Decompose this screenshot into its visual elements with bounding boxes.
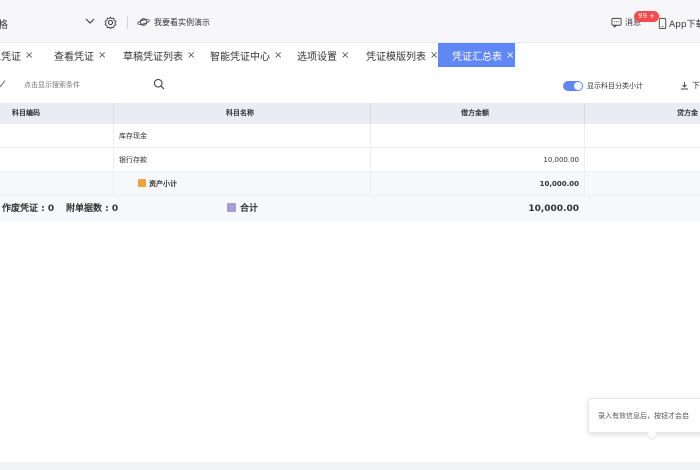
toolbar: 显示科目分类小计 下 <box>0 67 700 103</box>
column-divider <box>584 148 585 172</box>
close-icon[interactable]: × <box>98 50 106 61</box>
column-divider <box>584 124 585 148</box>
column-divider <box>113 148 114 172</box>
voucher-summary-table: 科目编码 科目名称 借方金额 贷方金 库存现金 银行存款 10,000.00 资… <box>0 103 700 222</box>
download-button[interactable]: 下 <box>680 80 700 91</box>
phone-icon <box>658 18 667 29</box>
subtotal-text: 资产小计 <box>149 180 177 188</box>
column-divider <box>370 148 371 172</box>
tab-view-voucher[interactable]: 查看凭证 × <box>54 43 106 67</box>
total-text: 合计 <box>240 204 259 214</box>
subtotal-toggle[interactable] <box>563 81 583 91</box>
account-name: 库存现金 <box>119 132 147 140</box>
col-header-account-code: 科目编码 <box>12 109 40 117</box>
subtotal-icon <box>138 179 146 187</box>
tab-label: 凭证模版列表 <box>366 51 426 63</box>
tab-label: 凭证汇总表 <box>452 51 502 63</box>
subtotal-label: 资产小计 <box>138 172 177 196</box>
demo-link-label: 我要看实例演示 <box>154 17 210 27</box>
toggle-knob <box>574 82 582 90</box>
column-divider <box>370 103 371 124</box>
hint-tooltip: 录入有效信息后，按钮才会启 <box>588 398 700 433</box>
close-icon[interactable]: × <box>506 50 514 61</box>
close-icon[interactable]: × <box>187 50 195 61</box>
close-icon[interactable]: × <box>341 50 349 61</box>
demo-link[interactable]: 我要看实例演示 <box>137 15 210 29</box>
tab-option-settings[interactable]: 选项设置 × <box>297 43 349 67</box>
table-header: 科目编码 科目名称 借方金额 贷方金 <box>0 103 700 124</box>
checkmark-icon[interactable] <box>0 79 6 88</box>
tab-bar: 入凭证× 查看凭证× 草稿凭证列表× 智能凭证中心× 选项设置× 凭证模版列表×… <box>0 43 700 67</box>
search-conditions-input[interactable] <box>24 79 154 91</box>
app-download-label: App下载 <box>669 20 700 30</box>
tab-label: 查看凭证 <box>54 51 94 63</box>
download-label: 下 <box>692 81 700 90</box>
org-name[interactable]: 格 <box>0 16 8 31</box>
column-divider <box>113 172 114 196</box>
total-debit: 10,000.00 <box>528 204 579 214</box>
tab-label: 智能凭证中心 <box>210 51 270 63</box>
column-divider <box>113 124 114 148</box>
tab-voucher-summary[interactable]: 凭证汇总表 × <box>438 43 515 67</box>
tab-label: 入凭证 <box>0 51 21 63</box>
column-divider <box>113 103 114 124</box>
app-download-button[interactable]: App下载 <box>658 17 700 30</box>
col-header-account-name: 科目名称 <box>226 109 254 117</box>
subtotal-debit: 10,000.00 <box>539 180 579 188</box>
col-header-debit: 借方金额 <box>461 109 489 117</box>
message-count-badge: 99 + <box>634 11 659 22</box>
column-divider <box>584 103 585 124</box>
column-divider <box>370 172 371 196</box>
debit-amount: 10,000.00 <box>543 156 579 164</box>
gear-icon[interactable] <box>104 16 117 29</box>
chevron-down-icon[interactable] <box>84 15 96 27</box>
column-divider <box>584 172 585 196</box>
tab-label: 草稿凭证列表 <box>123 51 183 63</box>
account-name: 银行存款 <box>119 156 147 164</box>
chat-icon <box>611 17 622 28</box>
search-icon[interactable] <box>153 78 165 90</box>
subtotal-toggle-label: 显示科目分类小计 <box>587 82 643 90</box>
divider <box>127 16 128 29</box>
subtotal-row: 资产小计 10,000.00 <box>0 172 700 196</box>
close-icon[interactable]: × <box>274 50 282 61</box>
attachment-count: 附单据数 : 0 <box>66 204 119 214</box>
total-icon <box>227 203 236 212</box>
col-header-credit: 贷方金 <box>677 109 698 117</box>
total-row: 作废凭证 : 0 附单据数 : 0 合计 10,000.00 <box>0 196 700 222</box>
tab-voucher-template-list[interactable]: 凭证模版列表 × <box>366 43 438 67</box>
column-divider <box>370 124 371 148</box>
table-row[interactable]: 银行存款 10,000.00 <box>0 148 700 172</box>
tab-smart-voucher-center[interactable]: 智能凭证中心 × <box>210 43 282 67</box>
planet-icon <box>137 18 150 26</box>
tab-draft-voucher-list[interactable]: 草稿凭证列表 × <box>123 43 195 67</box>
total-label: 合计 <box>227 196 258 222</box>
top-bar: 格 我要看实例演示 消息 99 + App下载 <box>0 0 700 43</box>
tab-label: 选项设置 <box>297 51 337 63</box>
download-icon <box>681 82 688 90</box>
close-icon[interactable]: × <box>25 50 33 61</box>
table-row[interactable]: 库存现金 <box>0 124 700 148</box>
tab-enter-voucher[interactable]: 入凭证 × <box>0 43 33 67</box>
void-vouchers-count: 作废凭证 : 0 <box>2 204 55 214</box>
